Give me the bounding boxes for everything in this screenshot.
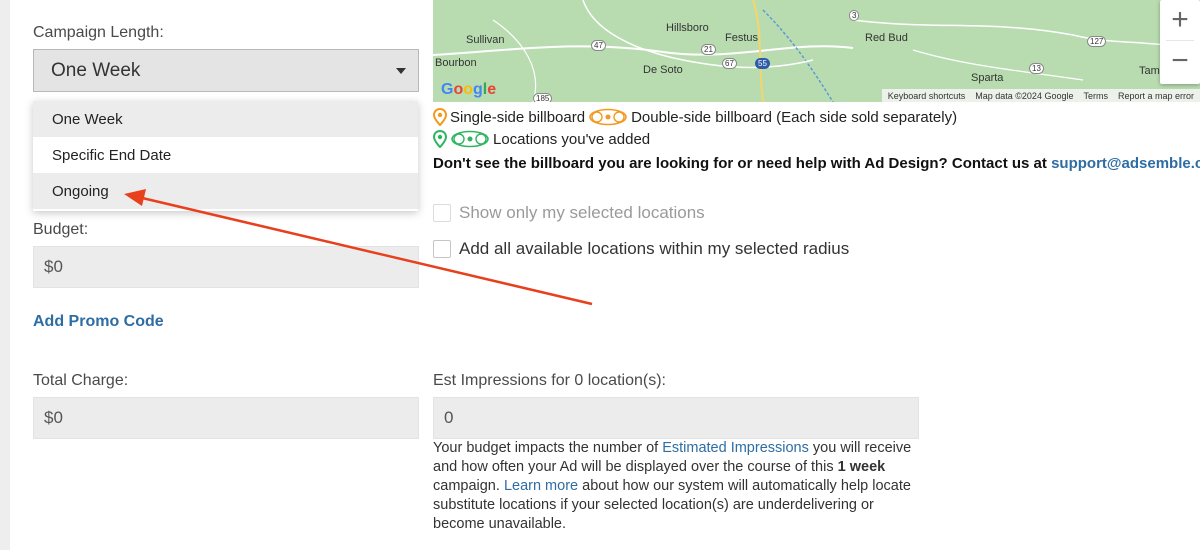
google-logo: Google — [441, 81, 497, 98]
option-specific-end-date[interactable]: Specific End Date — [33, 137, 418, 173]
add-all-label: Add all available locations within my se… — [459, 239, 850, 258]
map-route-shield: 21 — [701, 44, 716, 55]
double-billboard-icon — [589, 108, 627, 126]
show-selected-option: Show only my selected locations — [433, 203, 705, 223]
budget-value: $0 — [44, 257, 63, 276]
map-town-sparta: Sparta — [971, 72, 1004, 84]
terms-link[interactable]: Terms — [1083, 91, 1108, 101]
legend-added: Locations you've added — [433, 130, 650, 148]
left-gutter — [0, 0, 10, 550]
option-one-week[interactable]: One Week — [33, 101, 418, 137]
map-town-hillsboro: Hillsboro — [666, 22, 709, 34]
map-attribution: Keyboard shortcuts Map data ©2024 Google… — [881, 89, 1200, 102]
map-town-red-bud: Red Bud — [865, 32, 908, 44]
est-impressions-label: Est Impressions for 0 location(s): — [433, 372, 666, 389]
total-charge-label: Total Charge: — [33, 372, 129, 389]
note-text: campaign. — [433, 478, 500, 494]
green-pin-icon — [433, 130, 447, 148]
green-double-billboard-icon — [451, 130, 489, 148]
map-route-shield: 67 — [722, 58, 737, 69]
map-town-bourbon: Bourbon — [435, 57, 477, 69]
show-selected-label: Show only my selected locations — [459, 203, 705, 222]
help-message: Don't see the billboard you are looking … — [433, 155, 1047, 172]
show-selected-checkbox[interactable] — [433, 204, 451, 222]
chevron-down-icon — [396, 68, 406, 74]
map-route-shield: 127 — [1087, 36, 1107, 47]
campaign-length-select[interactable]: One Week — [33, 49, 419, 92]
campaign-length-dropdown: One Week Specific End Date Ongoing — [33, 101, 418, 211]
option-ongoing[interactable]: Ongoing — [33, 173, 418, 209]
total-charge-value: $0 — [44, 408, 63, 427]
map-roads — [433, 0, 1200, 102]
map-town-sullivan: Sullivan — [466, 34, 505, 46]
zoom-controls: + − — [1160, 0, 1200, 84]
zoom-out-button[interactable]: − — [1160, 41, 1200, 81]
legend-added-label: Locations you've added — [493, 130, 651, 148]
zoom-in-button[interactable]: + — [1160, 0, 1200, 40]
campaign-length-selected: One Week — [51, 59, 141, 81]
total-charge-field: $0 — [33, 397, 419, 439]
est-impressions-field: 0 — [433, 397, 919, 439]
map-town-festus: Festus — [725, 32, 759, 44]
map-town-de-soto: De Soto — [643, 64, 683, 76]
orange-pin-icon — [433, 108, 447, 126]
legend-billboards: Single-side billboard Double-side billbo… — [433, 108, 957, 126]
est-impressions-value: 0 — [444, 408, 454, 427]
add-all-checkbox[interactable] — [433, 240, 451, 258]
map-route-shield: 185 — [533, 93, 553, 102]
keyboard-shortcuts-link[interactable]: Keyboard shortcuts — [888, 91, 966, 101]
budget-note: Your budget impacts the number of Estima… — [433, 439, 913, 534]
legend-single-label: Single-side billboard — [450, 108, 586, 126]
report-map-error-link[interactable]: Report a map error — [1118, 91, 1194, 101]
map-route-shield: 47 — [591, 40, 606, 51]
map-route-shield: 55 — [755, 58, 770, 69]
learn-more-link[interactable]: Learn more — [504, 478, 578, 494]
legend-double-label: Double-side billboard (Each side sold se… — [631, 108, 958, 126]
map-data-text: Map data ©2024 Google — [975, 90, 1074, 101]
campaign-duration: 1 week — [837, 459, 886, 475]
map-view[interactable]: Sullivan Hillsboro Festus Red Bud Bourbo… — [433, 0, 1200, 102]
support-email-link[interactable]: support@adsemble.com — [1051, 155, 1200, 172]
map-town-tam: Tam — [1139, 65, 1160, 77]
campaign-length-label: Campaign Length: — [33, 24, 164, 41]
budget-input[interactable]: $0 — [33, 246, 419, 288]
help-text: Don't see the billboard you are looking … — [433, 155, 1200, 172]
add-all-option: Add all available locations within my se… — [433, 239, 849, 259]
map-route-shield: 13 — [1029, 63, 1044, 74]
note-text: Your budget impacts the number of — [433, 440, 659, 456]
add-promo-code-link[interactable]: Add Promo Code — [33, 313, 164, 331]
estimated-impressions-link[interactable]: Estimated Impressions — [662, 440, 809, 456]
budget-label: Budget: — [33, 221, 89, 238]
